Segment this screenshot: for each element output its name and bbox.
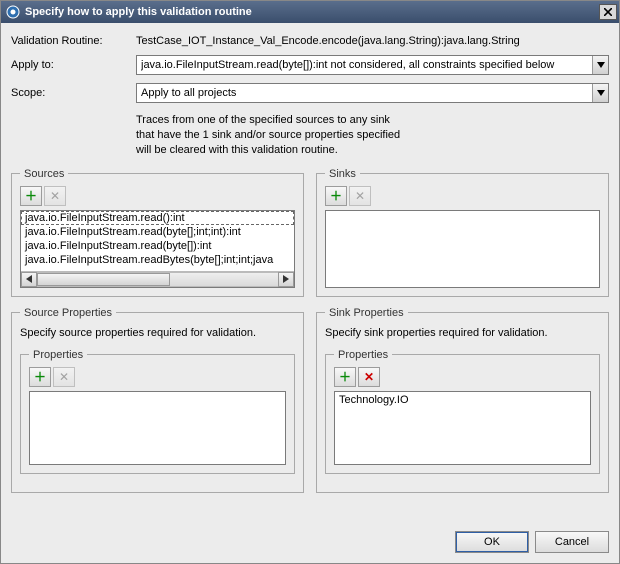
sources-group: Sources ＋ ✕ java.io.FileInputStream.read… (11, 168, 304, 297)
scroll-track[interactable] (37, 272, 278, 287)
remove-sink-button[interactable]: ✕ (349, 186, 371, 206)
title-bar: Specify how to apply this validation rou… (1, 1, 619, 23)
apply-to-select-value: java.io.FileInputStream.read(byte[]):int… (141, 59, 592, 71)
remove-source-property-button[interactable]: ✕ (53, 367, 75, 387)
sources-legend: Sources (20, 168, 68, 180)
sinks-list[interactable] (325, 210, 600, 288)
sink-properties-group: Sink Properties Specify sink properties … (316, 307, 609, 493)
window-title: Specify how to apply this validation rou… (25, 6, 599, 18)
scope-select-value: Apply to all projects (141, 87, 592, 99)
sink-properties-instruction: Specify sink properties required for val… (325, 327, 600, 339)
dialog-window: Specify how to apply this validation rou… (0, 0, 620, 564)
source-properties-group: Source Properties Specify source propert… (11, 307, 304, 493)
list-item[interactable]: java.io.FileInputStream.read(byte[];int;… (21, 225, 294, 239)
description-line: Traces from one of the specified sources… (136, 113, 609, 128)
cancel-button[interactable]: Cancel (535, 531, 609, 553)
chevron-down-icon[interactable] (592, 56, 608, 74)
list-item[interactable]: java.io.FileInputStream.readBytes(byte[]… (21, 253, 294, 267)
description-line: will be cleared with this validation rou… (136, 143, 609, 158)
properties-legend: Properties (334, 349, 392, 361)
remove-sink-property-button[interactable]: ✕ (358, 367, 380, 387)
sink-properties-list[interactable]: Technology.IO (334, 391, 591, 465)
close-button[interactable] (599, 4, 617, 20)
sinks-legend: Sinks (325, 168, 360, 180)
description-line: that have the 1 sink and/or source prope… (136, 128, 609, 143)
ok-button[interactable]: OK (455, 531, 529, 553)
sink-properties-inner: Properties ＋ ✕ Technology.IO (325, 349, 600, 474)
app-icon (5, 4, 21, 20)
add-sink-property-button[interactable]: ＋ (334, 367, 356, 387)
add-source-property-button[interactable]: ＋ (29, 367, 51, 387)
apply-to-label: Apply to: (11, 59, 136, 71)
scope-label: Scope: (11, 87, 136, 99)
source-properties-inner: Properties ＋ ✕ (20, 349, 295, 474)
validation-routine-value: TestCase_IOT_Instance_Val_Encode.encode(… (136, 35, 609, 47)
properties-legend: Properties (29, 349, 87, 361)
scroll-right-button[interactable] (278, 272, 294, 287)
apply-to-select[interactable]: java.io.FileInputStream.read(byte[]):int… (136, 55, 609, 75)
sources-list[interactable]: java.io.FileInputStream.read():int java.… (20, 210, 295, 288)
scroll-left-button[interactable] (21, 272, 37, 287)
source-properties-list[interactable] (29, 391, 286, 465)
description-text: Traces from one of the specified sources… (136, 113, 609, 158)
source-properties-legend: Source Properties (20, 307, 116, 319)
source-properties-instruction: Specify source properties required for v… (20, 327, 295, 339)
scroll-thumb[interactable] (37, 273, 170, 286)
chevron-down-icon[interactable] (592, 84, 608, 102)
horizontal-scrollbar[interactable] (21, 271, 294, 287)
list-item[interactable]: java.io.FileInputStream.read():int (21, 211, 294, 225)
dialog-footer: OK Cancel (1, 523, 619, 563)
remove-source-button[interactable]: ✕ (44, 186, 66, 206)
dialog-content: Validation Routine: TestCase_IOT_Instanc… (1, 23, 619, 523)
sink-properties-legend: Sink Properties (325, 307, 408, 319)
add-sink-button[interactable]: ＋ (325, 186, 347, 206)
add-source-button[interactable]: ＋ (20, 186, 42, 206)
sinks-group: Sinks ＋ ✕ (316, 168, 609, 297)
list-item[interactable]: Technology.IO (339, 394, 586, 406)
scope-select[interactable]: Apply to all projects (136, 83, 609, 103)
list-item[interactable]: java.io.FileInputStream.read(byte[]):int (21, 239, 294, 253)
validation-routine-label: Validation Routine: (11, 35, 136, 47)
